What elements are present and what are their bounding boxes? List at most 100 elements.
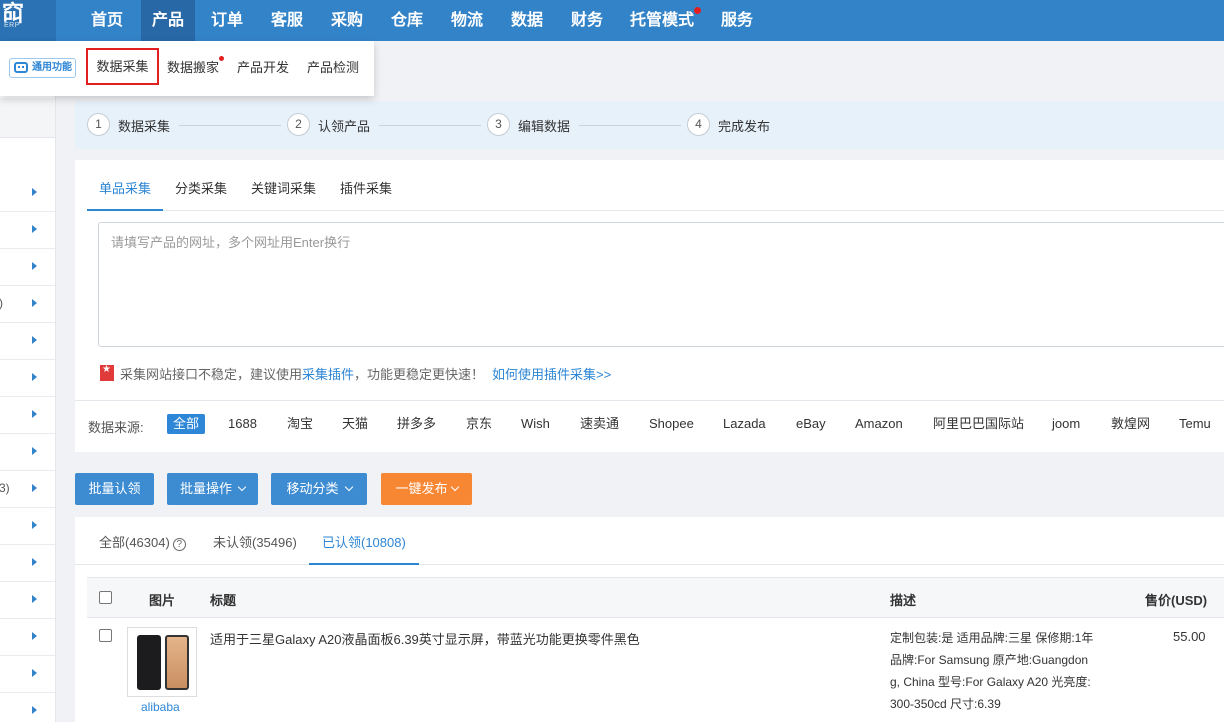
source-taobao[interactable]: 淘宝 (287, 414, 313, 434)
chevron-down-icon (237, 482, 247, 492)
product-title[interactable]: 适用于三星Galaxy A20液晶面板6.39英寸显示屏，带蓝光功能更换零件黑色 (210, 629, 640, 648)
nav-warehouse[interactable]: 仓库 (380, 0, 434, 41)
url-input[interactable] (98, 222, 1224, 347)
move-category-button[interactable]: 移动分类 (271, 473, 367, 505)
claim-status-tabs: 全部(46304)? 未认领(35496) 已认领(10808) (75, 517, 1224, 565)
source-all[interactable]: 全部 (167, 414, 206, 434)
sidebar-item[interactable]: ) (0, 286, 55, 323)
collect-plugin-link[interactable]: 采集插件 (302, 367, 354, 382)
nav-customer-service[interactable]: 客服 (260, 0, 314, 41)
help-icon[interactable]: ? (172, 538, 186, 551)
tab-plugin-collect[interactable]: 插件采集 (340, 178, 392, 211)
sidebar-item[interactable] (0, 175, 55, 212)
workflow-steps: 1 数据采集 2 认领产品 3 编辑数据 4 完成发布 (75, 101, 1224, 149)
caret-right-icon (32, 410, 37, 418)
row-checkbox[interactable] (99, 629, 112, 642)
plugin-howto-link[interactable]: 如何使用插件采集>> (492, 367, 611, 382)
column-image: 图片 (149, 593, 176, 608)
product-submenu: 通用功能 数据采集 数据搬家 产品开发 产品检测 (0, 41, 374, 96)
source-dhgate[interactable]: 敦煌网 (1111, 414, 1150, 434)
nav-data[interactable]: 数据 (500, 0, 554, 41)
tab-unclaimed[interactable]: 未认领(35496) (213, 532, 297, 565)
sidebar-item[interactable] (0, 397, 55, 434)
select-all-checkbox[interactable] (99, 591, 112, 604)
product-description: 定制包装:是 适用品牌:三星 保修期:1年 品牌:For Samsung 原产地… (890, 631, 1094, 711)
source-jd[interactable]: 京东 (466, 414, 492, 434)
tab-keyword-collect[interactable]: 关键词采集 (251, 178, 316, 211)
sidebar-item[interactable] (0, 545, 55, 582)
tab-category-collect[interactable]: 分类采集 (175, 178, 227, 211)
product-thumbnail[interactable] (127, 627, 197, 697)
source-amazon[interactable]: Amazon (855, 414, 903, 434)
sidebar-item[interactable] (0, 249, 55, 286)
source-1688[interactable]: 1688 (228, 414, 257, 434)
caret-right-icon (32, 558, 37, 566)
source-aliexpress[interactable]: 速卖通 (580, 414, 619, 434)
step-label: 数据采集 (118, 119, 171, 134)
tab-all-label: 全部(46304) (99, 535, 170, 550)
tab-all[interactable]: 全部(46304)? (99, 532, 186, 565)
sidebar-item[interactable] (0, 508, 55, 545)
tab-single-collect[interactable]: 单品采集 (87, 178, 164, 211)
nav-hosting-mode[interactable]: 托管模式 (619, 0, 705, 41)
table-header: 图片 标题 描述 售价(USD) (87, 577, 1224, 618)
table-row[interactable]: alibaba 适用于三星Galaxy A20液晶面板6.39英寸显示屏，带蓝光… (87, 618, 1224, 722)
nav-product[interactable]: 产品 (141, 0, 196, 41)
product-list-panel: 全部(46304)? 未认领(35496) 已认领(10808) 图片 标题 描… (75, 517, 1224, 722)
sidebar-item[interactable] (0, 323, 55, 360)
source-joom[interactable]: joom (1052, 414, 1080, 434)
top-nav-bar: 䆗 ERP 首页 产品 订单 客服 采购 仓库 物流 数据 财务 托管模式 服务 (0, 0, 1224, 41)
nav-logistics[interactable]: 物流 (440, 0, 494, 41)
source-pinduoduo[interactable]: 拼多多 (397, 414, 436, 434)
step-number: 4 (687, 113, 710, 136)
product-source-link[interactable]: alibaba (141, 700, 180, 714)
submenu-data-migration-label: 数据搬家 (167, 60, 220, 75)
caret-right-icon (32, 521, 37, 529)
sidebar-item[interactable] (0, 360, 55, 397)
nav-purchasing[interactable]: 采购 (320, 0, 374, 41)
caret-right-icon (32, 188, 37, 196)
sidebar-item-count: ) (0, 296, 3, 310)
source-temu[interactable]: Temu (1179, 414, 1211, 434)
nav-services[interactable]: 服务 (710, 0, 764, 41)
common-functions-badge[interactable]: 通用功能 (9, 58, 76, 78)
submenu-product-inspection[interactable]: 产品检测 (307, 56, 359, 80)
tab-claimed[interactable]: 已认领(10808) (309, 532, 419, 565)
caret-right-icon (32, 373, 37, 381)
step-number: 3 (487, 113, 510, 136)
nav-finance[interactable]: 财务 (560, 0, 614, 41)
caret-right-icon (32, 447, 37, 455)
step-connector (379, 125, 481, 126)
tip-text-2: ，功能更稳定更快速！ (354, 367, 485, 382)
batch-claim-button[interactable]: 批量认领 (75, 473, 154, 505)
one-click-publish-button[interactable]: 一键发布 (381, 473, 472, 505)
sidebar-item[interactable] (0, 434, 55, 471)
sidebar-item[interactable] (0, 693, 55, 722)
app-logo[interactable]: 䆗 ERP (0, 0, 56, 41)
nav-orders[interactable]: 订单 (200, 0, 254, 41)
submenu-data-migration[interactable]: 数据搬家 (167, 56, 225, 80)
batch-operation-button[interactable]: 批量操作 (167, 473, 258, 505)
source-wish[interactable]: Wish (521, 414, 550, 434)
caret-right-icon (32, 262, 37, 270)
source-shopee[interactable]: Shopee (649, 414, 694, 434)
step-label: 认领产品 (318, 119, 371, 134)
sidebar-item[interactable] (0, 619, 55, 656)
step-connector (579, 125, 681, 126)
sidebar-header (0, 98, 55, 138)
nav-home[interactable]: 首页 (80, 0, 134, 41)
robot-icon (14, 62, 28, 73)
source-ebay[interactable]: eBay (796, 414, 826, 434)
sidebar-item[interactable]: 3) (0, 471, 55, 508)
sidebar-item[interactable] (0, 582, 55, 619)
caret-right-icon (32, 336, 37, 344)
sidebar-item[interactable] (0, 212, 55, 249)
submenu-data-collection[interactable]: 数据采集 (86, 48, 159, 85)
source-alibaba-intl[interactable]: 阿里巴巴国际站 (933, 414, 1024, 434)
submenu-product-development[interactable]: 产品开发 (237, 56, 289, 80)
source-tmall[interactable]: 天猫 (342, 414, 368, 434)
chevron-down-icon (344, 482, 353, 492)
sidebar-item[interactable] (0, 656, 55, 693)
source-lazada[interactable]: Lazada (723, 414, 766, 434)
divider (75, 400, 1224, 401)
